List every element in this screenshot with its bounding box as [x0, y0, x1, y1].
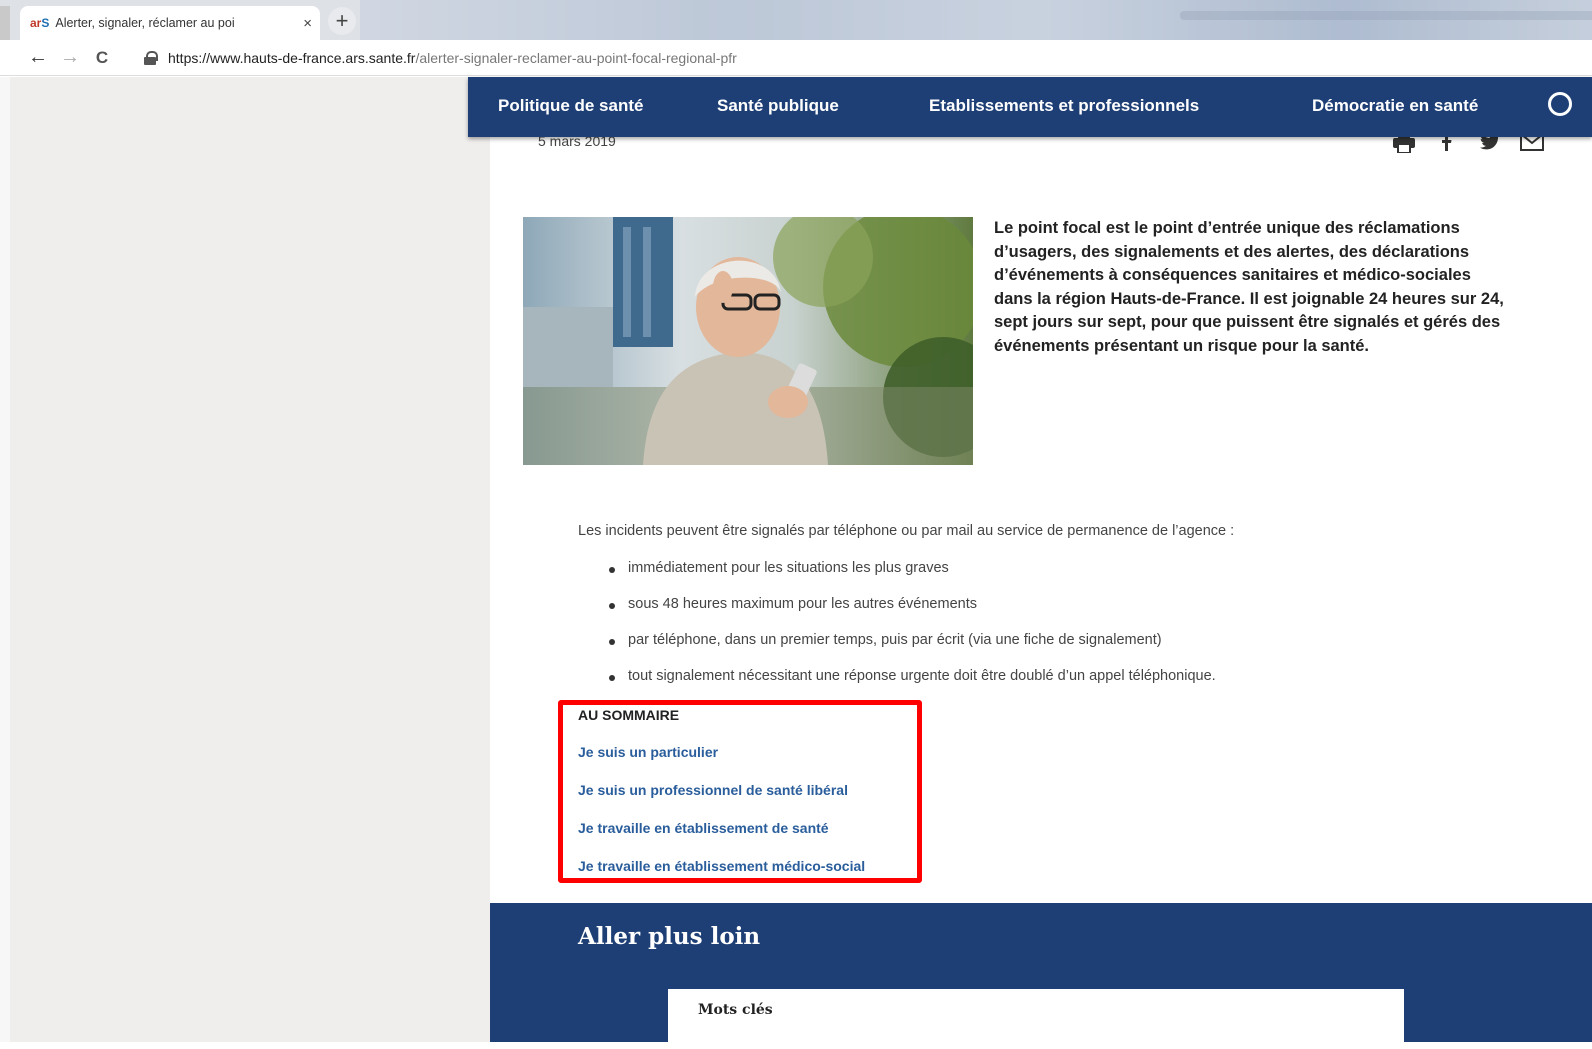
link-particulier[interactable]: Je suis un particulier — [578, 744, 718, 760]
tags-label: Mots clés — [698, 1002, 773, 1018]
window-edge — [0, 6, 10, 40]
forward-button[interactable]: → — [54, 46, 86, 69]
address-bar: ← → C https://www.hauts-de-france.ars.sa… — [0, 40, 1592, 76]
nav-etablissements-et-professionnels[interactable]: Etablissements et professionnels — [929, 96, 1199, 116]
man-with-phone-image — [523, 217, 973, 465]
back-button[interactable]: ← — [22, 46, 54, 69]
reload-button[interactable]: C — [86, 48, 118, 68]
aller-plus-loin-title: Aller plus loin — [578, 923, 761, 950]
tags-card: Mots clés — [668, 989, 1404, 1049]
list-item: sous 48 heures maximum pour les autres é… — [578, 596, 1216, 632]
page-left-edge — [0, 77, 10, 1042]
new-tab-button[interactable]: + — [328, 7, 356, 35]
lead-paragraph: Les incidents peuvent être signalés par … — [578, 523, 1235, 539]
browser-tab-bar: arS Alerter, signaler, réclamer au poi ×… — [0, 0, 1592, 40]
list-item: immédiatement pour les situations les pl… — [578, 560, 1216, 596]
article-content: 5 mars 2019 Le point focal est le point … — [490, 77, 1592, 1049]
nav-politique-de-sante[interactable]: Politique de santé — [498, 96, 643, 116]
intro-paragraph: Le point focal est le point d’entrée uni… — [994, 219, 1504, 355]
sommaire-title: AU SOMMAIRE — [578, 707, 680, 723]
nav-democratie-en-sante[interactable]: Démocratie en santé — [1312, 96, 1478, 116]
ars-favicon-icon: arS — [30, 16, 50, 30]
article-photo — [523, 217, 973, 465]
window-title-blurred — [360, 0, 1592, 40]
tab-close-icon[interactable]: × — [303, 15, 312, 32]
link-professionnel-liberal[interactable]: Je suis un professionnel de santé libéra… — [578, 782, 848, 798]
tab-title: Alerter, signaler, réclamer au poi — [55, 16, 235, 30]
url-field[interactable]: https://www.hauts-de-france.ars.sante.fr… — [168, 50, 737, 66]
list-item: tout signalement nécessitant une réponse… — [578, 668, 1216, 704]
link-etablissement-sante[interactable]: Je travaille en établissement de santé — [578, 820, 829, 836]
nav-sante-publique[interactable]: Santé publique — [717, 96, 839, 116]
link-etablissement-medico-social[interactable]: Je travaille en établissement médico-soc… — [578, 858, 865, 874]
main-navigation: Politique de santé Santé publique Etabli… — [468, 77, 1592, 137]
incident-list: immédiatement pour les situations les pl… — [578, 560, 1216, 704]
search-icon[interactable] — [1548, 92, 1572, 116]
lock-icon[interactable] — [144, 50, 158, 65]
browser-tab[interactable]: arS Alerter, signaler, réclamer au poi × — [20, 6, 320, 40]
page-left-margin — [0, 77, 490, 1042]
url-host: https://www.hauts-de-france.ars.sante.fr — [168, 49, 416, 66]
url-path: /alerter-signaler-reclamer-au-point-foca… — [415, 49, 737, 66]
aller-plus-loin-section: Aller plus loin Mots clés — [490, 903, 1592, 1049]
list-item: par téléphone, dans un premier temps, pu… — [578, 632, 1216, 668]
